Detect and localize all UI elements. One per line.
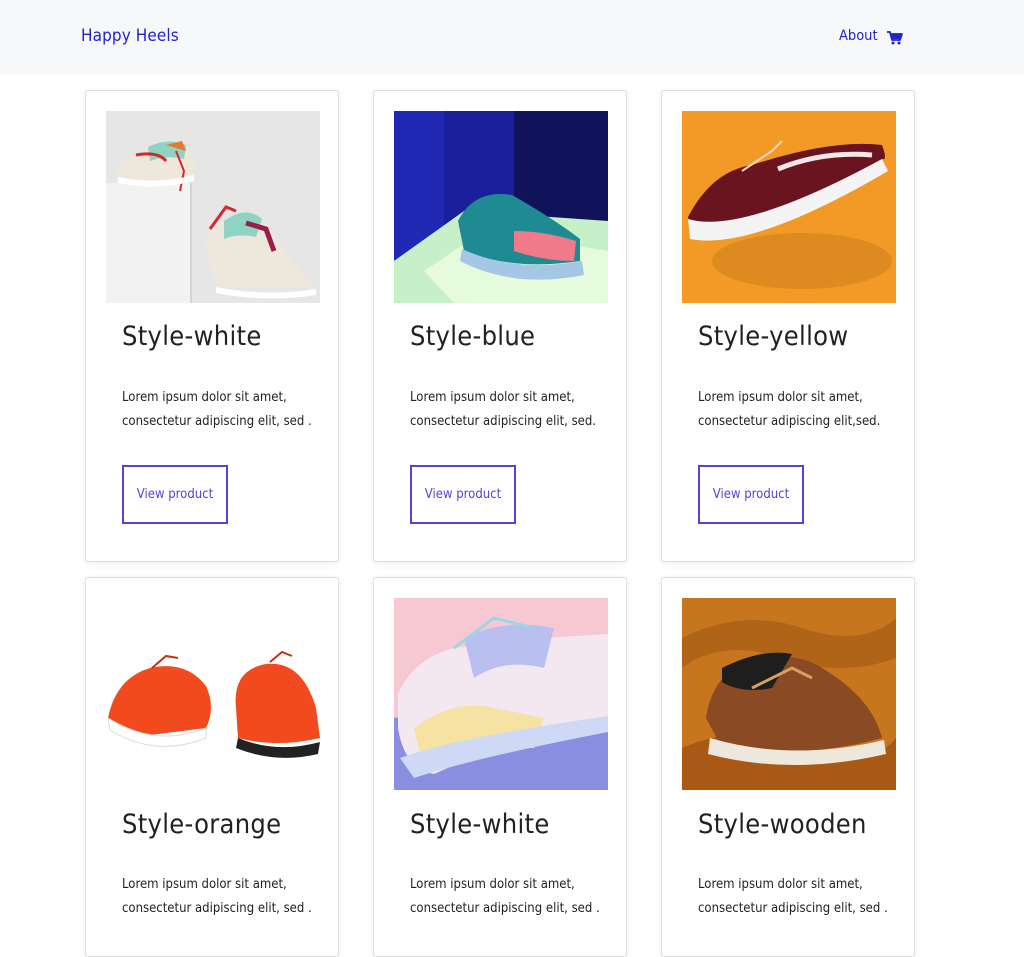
product-title[interactable]: Style-white — [122, 321, 262, 352]
product-description: Lorem ipsum dolor sit amet, consectetur … — [122, 873, 322, 921]
description-line: consectetur adipiscing elit, sed . — [698, 901, 888, 916]
product-title[interactable]: Style-blue — [410, 321, 535, 352]
nav-about-link[interactable]: About — [839, 28, 878, 44]
product-description: Lorem ipsum dolor sit amet, consectetur … — [410, 386, 610, 434]
product-description: Lorem ipsum dolor sit amet, consectetur … — [410, 873, 610, 921]
description-line: Lorem ipsum dolor sit amet, — [122, 390, 287, 405]
view-product-button[interactable]: View product — [122, 465, 228, 524]
product-title[interactable]: Style-white — [410, 809, 550, 840]
description-line: consectetur adipiscing elit, sed. — [410, 414, 597, 429]
product-card: Style-wooden Lorem ipsum dolor sit amet,… — [661, 577, 915, 957]
product-title[interactable]: Style-wooden — [698, 809, 867, 840]
product-card: Style-blue Lorem ipsum dolor sit amet, c… — [373, 90, 627, 562]
product-card: Style-white Lorem ipsum dolor sit amet, … — [85, 90, 339, 562]
description-line: consectetur adipiscing elit, sed . — [410, 901, 600, 916]
description-line: Lorem ipsum dolor sit amet, — [122, 877, 287, 892]
product-description: Lorem ipsum dolor sit amet, consectetur … — [698, 873, 898, 921]
product-image[interactable] — [394, 111, 608, 303]
shopping-cart-icon[interactable] — [887, 30, 903, 45]
description-line: consectetur adipiscing elit, sed . — [122, 901, 312, 916]
description-line: Lorem ipsum dolor sit amet, — [410, 390, 575, 405]
product-image[interactable] — [106, 111, 320, 303]
product-image[interactable] — [682, 598, 896, 790]
description-line: consectetur adipiscing elit, sed . — [122, 414, 312, 429]
navbar: Happy Heels About — [0, 0, 1024, 75]
brand-logo-text[interactable]: Happy Heels — [81, 26, 179, 46]
product-image[interactable] — [106, 598, 320, 790]
product-card: Style-orange Lorem ipsum dolor sit amet,… — [85, 577, 339, 957]
description-line: Lorem ipsum dolor sit amet, — [698, 877, 863, 892]
product-description: Lorem ipsum dolor sit amet, consectetur … — [122, 386, 322, 434]
description-line: consectetur adipiscing elit,sed. — [698, 414, 881, 429]
product-image[interactable] — [682, 111, 896, 303]
product-card: Style-white Lorem ipsum dolor sit amet, … — [373, 577, 627, 957]
product-card: Style-yellow Lorem ipsum dolor sit amet,… — [661, 90, 915, 562]
view-product-button[interactable]: View product — [410, 465, 516, 524]
product-title[interactable]: Style-yellow — [698, 321, 848, 352]
product-title[interactable]: Style-orange — [122, 809, 281, 840]
description-line: Lorem ipsum dolor sit amet, — [410, 877, 575, 892]
product-description: Lorem ipsum dolor sit amet, consectetur … — [698, 386, 898, 434]
view-product-button[interactable]: View product — [698, 465, 804, 524]
product-image[interactable] — [394, 598, 608, 790]
description-line: Lorem ipsum dolor sit amet, — [698, 390, 863, 405]
